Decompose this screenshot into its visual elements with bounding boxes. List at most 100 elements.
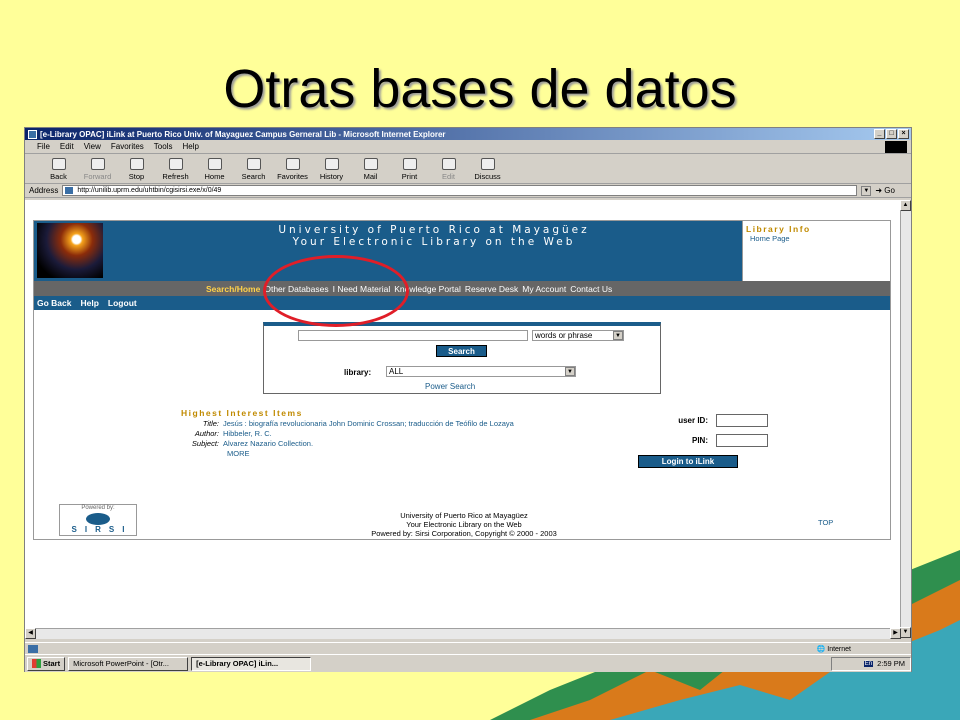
clock: 2:59 PM: [877, 659, 905, 668]
history-button[interactable]: History: [312, 158, 351, 183]
minimize-button[interactable]: _: [874, 129, 885, 139]
browser-titlebar: [e-Library OPAC] iLink at Puerto Rico Un…: [25, 128, 911, 140]
banner-title: University of Puerto Rico at Mayagüez: [278, 224, 590, 236]
discuss-icon: [480, 158, 495, 170]
address-bar: Address http://unilib.uprm.edu/uhtbin/cg…: [25, 184, 911, 198]
search-submit-button[interactable]: Search: [436, 345, 487, 357]
stop-icon: [129, 158, 144, 170]
sirsi-swirl-icon: [86, 513, 110, 525]
slide-title: Otras bases de datos: [223, 59, 737, 119]
library-select[interactable]: ALL ▼: [386, 366, 576, 377]
help-link[interactable]: Help: [81, 298, 99, 308]
library-info-heading: Library Info: [746, 224, 811, 234]
logout-link[interactable]: Logout: [108, 298, 137, 308]
go-button[interactable]: ➜ Go: [875, 186, 895, 195]
home-page-link[interactable]: Home Page: [743, 234, 890, 243]
mail-button[interactable]: Mail: [351, 158, 390, 183]
library-page: University of Puerto Rico at Mayagüez Yo…: [33, 220, 891, 540]
scroll-down-icon[interactable]: ▼: [900, 627, 911, 638]
close-button[interactable]: ×: [898, 129, 909, 139]
login-button[interactable]: Login to iLink: [638, 455, 738, 468]
menu-file[interactable]: File: [37, 142, 50, 151]
chevron-down-icon: ▼: [565, 367, 575, 376]
browser-toolbar: Back Forward Stop Refresh Home Search Fa…: [25, 154, 911, 184]
menu-help[interactable]: Help: [182, 142, 198, 151]
maximize-button[interactable]: □: [886, 129, 897, 139]
window-title: [e-Library OPAC] iLink at Puerto Rico Un…: [40, 129, 446, 139]
forward-button[interactable]: Forward: [78, 158, 117, 183]
favorites-button[interactable]: Favorites: [273, 158, 312, 183]
edit-button[interactable]: Edit: [429, 158, 468, 183]
chevron-down-icon: ▼: [613, 331, 623, 340]
scroll-up-icon[interactable]: ▲: [900, 200, 911, 211]
status-zone: 🌐 Internet: [816, 645, 851, 653]
menu-view[interactable]: View: [84, 142, 101, 151]
nav-my-account[interactable]: My Account: [522, 284, 566, 294]
refresh-icon: [168, 158, 183, 170]
discuss-button[interactable]: Discuss: [468, 158, 507, 183]
page-icon: [28, 644, 38, 653]
back-button[interactable]: Back: [39, 158, 78, 183]
address-dropdown-icon[interactable]: ▼: [861, 185, 872, 196]
back-arrow-icon: [51, 158, 66, 170]
menu-edit[interactable]: Edit: [60, 142, 74, 151]
task-powerpoint[interactable]: Microsoft PowerPoint - [Otr...: [68, 656, 189, 671]
ie-icon: [28, 129, 37, 139]
more-link[interactable]: MORE: [227, 449, 621, 458]
user-id-label: user ID:: [678, 416, 708, 425]
search-icon: [246, 158, 261, 170]
list-item: Author: Hibbeler, R. C.: [194, 429, 272, 438]
vertical-scrollbar[interactable]: ▲ ▼: [900, 200, 911, 638]
status-bar: 🌐 Internet: [25, 642, 911, 654]
stop-button[interactable]: Stop: [117, 158, 156, 183]
history-icon: [324, 158, 339, 170]
mail-icon: [363, 158, 378, 170]
top-link[interactable]: TOP: [818, 518, 833, 527]
subject-link[interactable]: Alvarez Nazario Collection.: [223, 439, 313, 448]
library-label: library:: [344, 368, 372, 377]
library-logo: [37, 223, 103, 278]
page-viewport: University of Puerto Rico at Mayagüez Yo…: [25, 200, 901, 638]
scroll-right-icon[interactable]: ▶: [890, 628, 901, 639]
go-back-link[interactable]: Go Back: [37, 298, 72, 308]
pin-field[interactable]: [716, 434, 768, 447]
address-input[interactable]: http://unilib.uprm.edu/uhtbin/cgisirsi.e…: [62, 185, 858, 196]
user-id-field[interactable]: [716, 414, 768, 427]
horizontal-scrollbar[interactable]: ◀ ▶: [25, 628, 901, 639]
list-item: Title: Jesús : biografía revolucionaria J…: [202, 419, 514, 428]
nav-contact-us[interactable]: Contact Us: [570, 284, 612, 294]
print-button[interactable]: Print: [390, 158, 429, 183]
menu-bar: File Edit View Favorites Tools Help: [25, 140, 911, 154]
power-search-link[interactable]: Power Search: [425, 382, 475, 391]
title-link[interactable]: Jesús : biografía revolucionaria John Do…: [223, 419, 514, 428]
search-input[interactable]: [298, 330, 528, 341]
author-link[interactable]: Hibbeler, R. C.: [223, 429, 272, 438]
edit-icon: [441, 158, 456, 170]
highest-interest-heading: Highest Interest Items: [181, 408, 303, 418]
windows-flag-icon: [32, 659, 41, 668]
nav-search-home[interactable]: Search/Home: [206, 284, 260, 294]
menu-favorites[interactable]: Favorites: [111, 142, 144, 151]
list-item: Subject: Alvarez Nazario Collection.: [191, 439, 314, 448]
address-label: Address: [29, 186, 59, 195]
forward-arrow-icon: [90, 158, 105, 170]
library-info-panel: Library Info Home Page: [742, 221, 890, 281]
windows-taskbar: Start Microsoft PowerPoint - [Otr... [e-…: [25, 654, 911, 672]
home-button[interactable]: Home: [195, 158, 234, 183]
menu-tools[interactable]: Tools: [154, 142, 173, 151]
start-button[interactable]: Start: [27, 656, 66, 671]
task-ie-library[interactable]: [e-Library OPAC] iLin...: [191, 656, 312, 671]
scroll-left-icon[interactable]: ◀: [25, 628, 36, 639]
system-tray: En 2:59 PM: [831, 656, 911, 671]
sub-nav: Go Back Help Logout: [34, 296, 890, 310]
language-indicator[interactable]: En: [863, 660, 874, 667]
sirsi-logo[interactable]: Powered by: SIRSI: [59, 504, 137, 536]
highest-interest-items: Highest Interest Items Title: Jesús : bio…: [181, 408, 621, 458]
search-mode-select[interactable]: words or phrase ▼: [532, 330, 624, 341]
search-button[interactable]: Search: [234, 158, 273, 183]
print-icon: [402, 158, 417, 170]
main-nav: Search/Home Other Databases I Need Mater…: [34, 281, 890, 296]
home-icon: [207, 158, 222, 170]
nav-reserve-desk[interactable]: Reserve Desk: [465, 284, 518, 294]
refresh-button[interactable]: Refresh: [156, 158, 195, 183]
